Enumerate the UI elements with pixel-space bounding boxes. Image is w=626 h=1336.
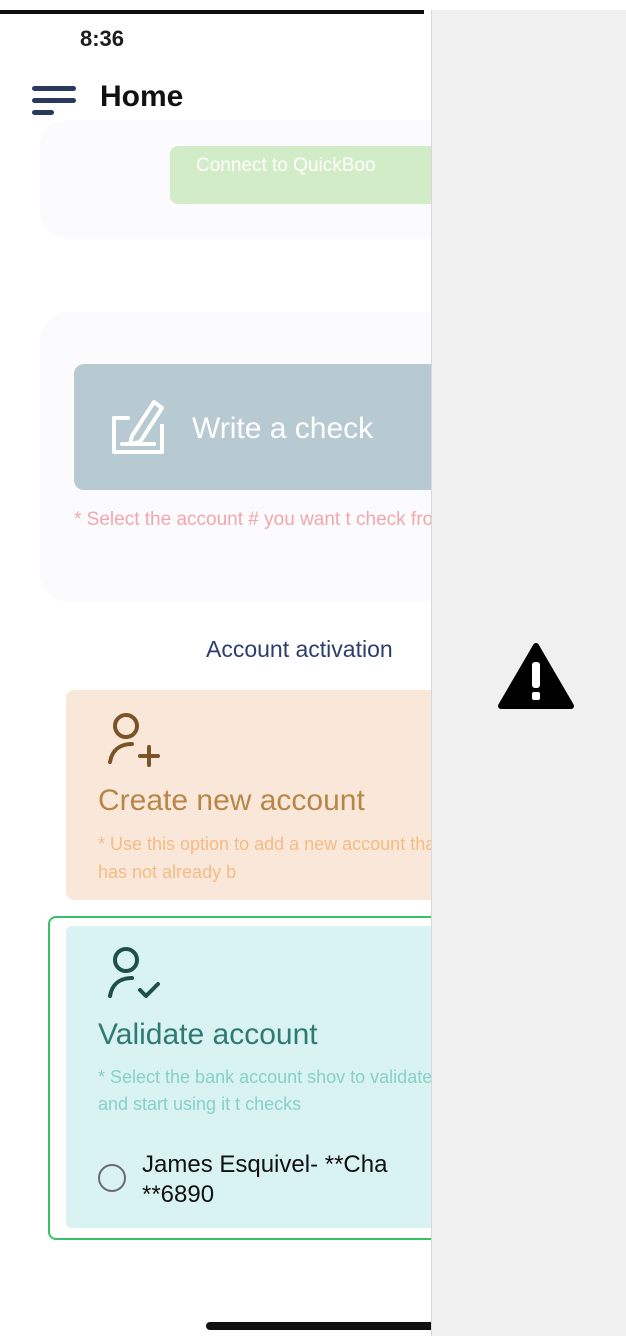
write-check-button[interactable]: Write a check: [74, 364, 454, 490]
create-account-title: Create new account: [98, 784, 365, 817]
warning-icon: [498, 643, 574, 709]
validate-account-title: Validate account: [98, 1018, 318, 1051]
write-check-note: * Select the account # you want t check …: [74, 509, 449, 530]
connect-quickbooks-button[interactable]: Connect to QuickBoo: [170, 146, 450, 204]
hamburger-menu-icon[interactable]: [30, 74, 78, 122]
create-account-card[interactable]: Create new account * Use this option to …: [66, 690, 446, 900]
account-radio-button[interactable]: [98, 1164, 126, 1192]
write-check-label: Write a check: [192, 412, 374, 445]
person-check-icon: [108, 947, 160, 998]
validate-account-note: * Select the bank account shov to valida…: [98, 1067, 447, 1114]
right-panel: [431, 10, 626, 1336]
account-activation-heading: Account activation: [206, 636, 393, 662]
create-account-note: * Use this option to add a new account t…: [98, 834, 441, 882]
person-add-icon: [108, 713, 160, 767]
phone-frame-top: [0, 10, 424, 14]
home-indicator[interactable]: [206, 1322, 436, 1330]
validate-account-card[interactable]: Validate account * Select the bank accou…: [66, 926, 446, 1228]
page-title: Home: [100, 80, 184, 113]
status-time: 8:36: [80, 26, 125, 51]
account-option-label: James Esquivel- **Cha **6890: [142, 1151, 388, 1208]
check-write-icon: [112, 400, 164, 454]
